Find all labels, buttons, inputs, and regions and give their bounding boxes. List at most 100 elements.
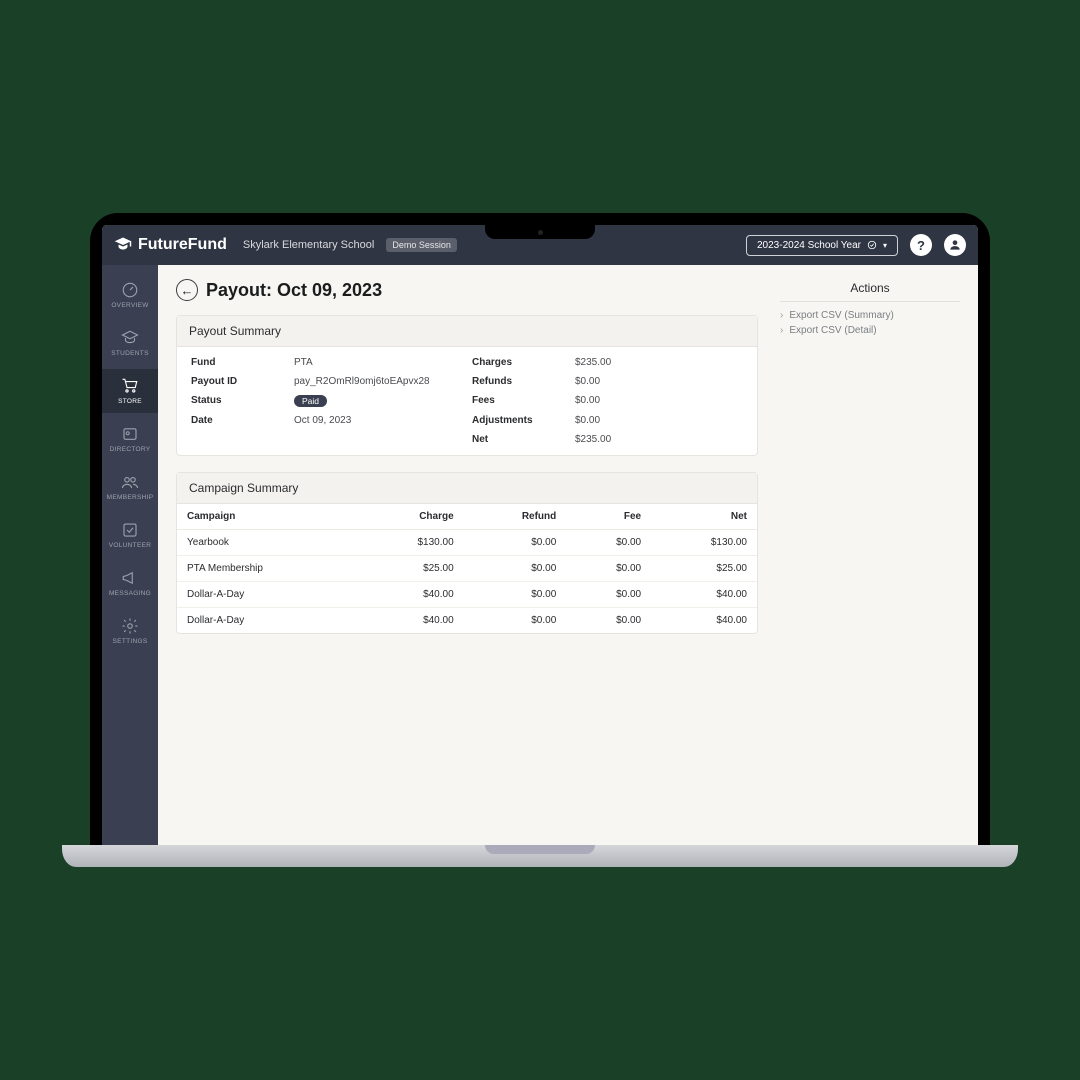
cell-campaign: Dollar-A-Day [177, 582, 358, 608]
help-button[interactable]: ? [910, 234, 932, 256]
question-icon: ? [917, 238, 925, 253]
net-label: Net [472, 434, 567, 445]
chevron-down-icon: ▾ [883, 241, 887, 250]
back-button[interactable]: ← [176, 279, 198, 301]
action-link-label: Export CSV (Detail) [789, 325, 876, 336]
brand-name: FutureFund [138, 236, 227, 254]
demo-session-badge: Demo Session [386, 238, 457, 252]
card-header: Campaign Summary [177, 473, 757, 504]
cell-fee: $0.00 [566, 556, 651, 582]
table-row: PTA Membership$25.00$0.00$0.00$25.00 [177, 556, 757, 582]
card-header: Payout Summary [177, 316, 757, 347]
cell-net: $40.00 [651, 582, 757, 608]
sidebar-label: MESSAGING [109, 590, 151, 597]
sidebar-item-store[interactable]: STORE [102, 369, 158, 413]
sidebar-item-membership[interactable]: MEMBERSHIP [102, 465, 158, 509]
gauge-icon [121, 281, 139, 299]
status-label: Status [191, 395, 286, 407]
table-row: Dollar-A-Day$40.00$0.00$0.00$40.00 [177, 582, 757, 608]
fees-label: Fees [472, 395, 567, 407]
megaphone-icon [121, 569, 139, 587]
cell-charge: $130.00 [358, 530, 464, 556]
sidebar-item-directory[interactable]: DIRECTORY [102, 417, 158, 461]
col-refund: Refund [464, 504, 567, 530]
date-value: Oct 09, 2023 [294, 415, 464, 426]
cell-net: $40.00 [651, 608, 757, 634]
cell-fee: $0.00 [566, 582, 651, 608]
refunds-value: $0.00 [575, 376, 743, 387]
actions-panel: Actions › Export CSV (Summary) › Export CSV… [780, 279, 960, 338]
cell-refund: $0.00 [464, 530, 567, 556]
cell-campaign: PTA Membership [177, 556, 358, 582]
sidebar-item-messaging[interactable]: MESSAGING [102, 561, 158, 605]
table-row: Yearbook$130.00$0.00$0.00$130.00 [177, 530, 757, 556]
fund-value: PTA [294, 357, 464, 368]
sidebar-nav: OVERVIEW STUDENTS STORE DIRECTORY [102, 265, 158, 845]
cart-icon [121, 377, 139, 395]
net-value: $235.00 [575, 434, 743, 445]
actions-title: Actions [780, 281, 960, 302]
sidebar-label: MEMBERSHIP [107, 494, 154, 501]
action-link-label: Export CSV (Summary) [789, 310, 893, 321]
cell-charge: $40.00 [358, 582, 464, 608]
sidebar-label: DIRECTORY [110, 446, 151, 453]
sidebar-label: STUDENTS [111, 350, 148, 357]
payout-summary-card: Payout Summary Fund PTA Charges $235.00 … [176, 315, 758, 456]
sidebar-label: STORE [118, 398, 142, 405]
sidebar-label: OVERVIEW [111, 302, 148, 309]
sidebar-item-overview[interactable]: OVERVIEW [102, 273, 158, 317]
refunds-label: Refunds [472, 376, 567, 387]
charges-value: $235.00 [575, 357, 743, 368]
sidebar-item-volunteer[interactable]: VOLUNTEER [102, 513, 158, 557]
action-link[interactable]: › Export CSV (Summary) [780, 308, 960, 323]
campaign-summary-card: Campaign Summary Campaign Charge Refund … [176, 472, 758, 634]
chevron-right-icon: › [780, 310, 783, 321]
id-card-icon [121, 425, 139, 443]
adjustments-label: Adjustments [472, 415, 567, 426]
sidebar-item-settings[interactable]: SETTINGS [102, 609, 158, 653]
fund-label: Fund [191, 357, 286, 368]
fees-value: $0.00 [575, 395, 743, 407]
cell-net: $130.00 [651, 530, 757, 556]
date-label: Date [191, 415, 286, 426]
chevron-right-icon: › [780, 325, 783, 336]
cell-campaign: Dollar-A-Day [177, 608, 358, 634]
cell-charge: $40.00 [358, 608, 464, 634]
cell-campaign: Yearbook [177, 530, 358, 556]
col-charge: Charge [358, 504, 464, 530]
cell-refund: $0.00 [464, 556, 567, 582]
cell-refund: $0.00 [464, 582, 567, 608]
campaign-table: Campaign Charge Refund Fee Net Yearbook$… [177, 504, 757, 633]
graduation-cap-icon [114, 236, 132, 254]
school-name: Skylark Elementary School [243, 239, 374, 251]
laptop-base [62, 845, 1018, 867]
arrow-left-icon: ← [181, 283, 194, 298]
cell-fee: $0.00 [566, 530, 651, 556]
table-row: Dollar-A-Day$40.00$0.00$0.00$40.00 [177, 608, 757, 634]
year-select-label: 2023-2024 School Year [757, 240, 861, 251]
gear-icon [121, 617, 139, 635]
adjustments-value: $0.00 [575, 415, 743, 426]
page-title: Payout: Oct 09, 2023 [206, 280, 382, 301]
sidebar-item-students[interactable]: STUDENTS [102, 321, 158, 365]
cell-fee: $0.00 [566, 608, 651, 634]
laptop-notch [485, 225, 595, 239]
student-icon [121, 329, 139, 347]
charges-label: Charges [472, 357, 567, 368]
brand-logo[interactable]: FutureFund [114, 236, 227, 254]
col-campaign: Campaign [177, 504, 358, 530]
account-button[interactable] [944, 234, 966, 256]
cell-charge: $25.00 [358, 556, 464, 582]
person-icon [948, 238, 962, 252]
action-link[interactable]: › Export CSV (Detail) [780, 323, 960, 338]
cell-refund: $0.00 [464, 608, 567, 634]
people-icon [121, 473, 139, 491]
cell-net: $25.00 [651, 556, 757, 582]
status-badge: Paid [294, 395, 327, 407]
school-year-select[interactable]: 2023-2024 School Year ▾ [746, 235, 898, 256]
checkbox-icon [121, 521, 139, 539]
col-net: Net [651, 504, 757, 530]
check-circle-icon [867, 240, 877, 250]
sidebar-label: VOLUNTEER [109, 542, 151, 549]
payout-id-label: Payout ID [191, 376, 286, 387]
